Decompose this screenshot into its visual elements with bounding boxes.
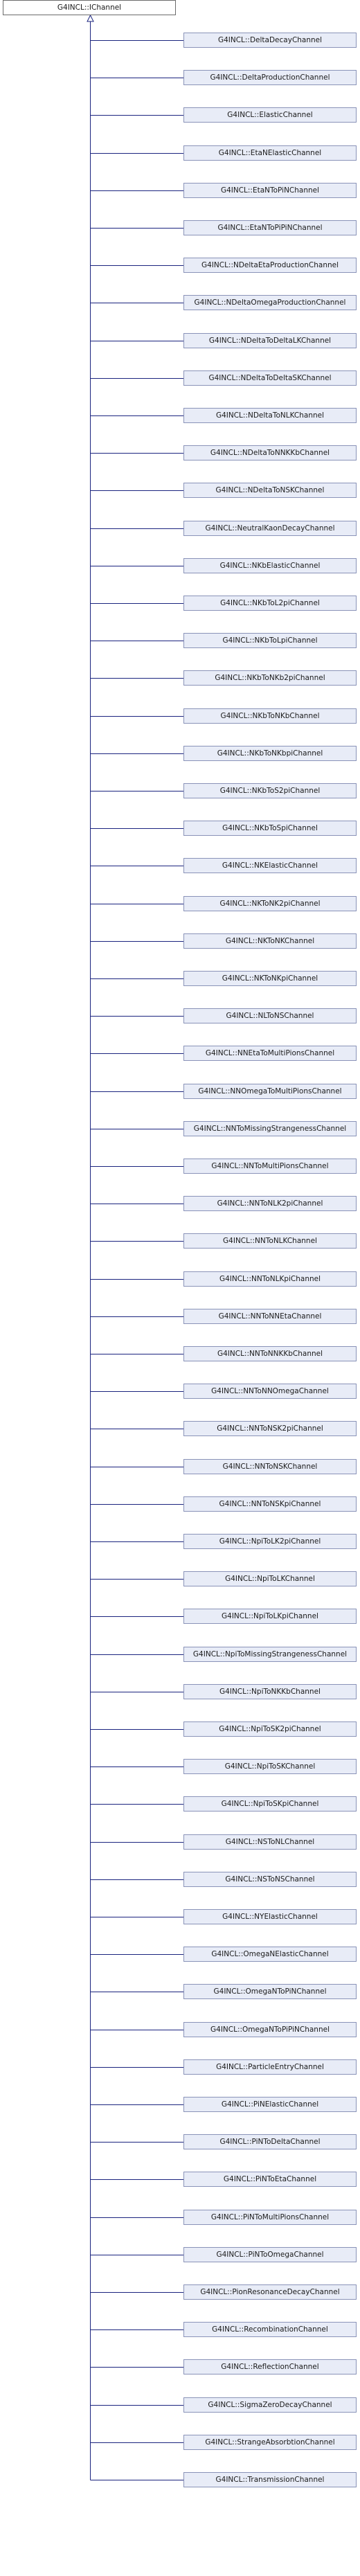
derived-class-node[interactable]: G4INCL::NDeltaToDeltaSKChannel: [183, 370, 357, 386]
derived-class-node[interactable]: G4INCL::NDeltaOmegaProductionChannel: [183, 295, 357, 310]
derived-class-node[interactable]: G4INCL::NNToNNKKbChannel: [183, 1346, 357, 1361]
derived-class-node[interactable]: G4INCL::NDeltaToNSKChannel: [183, 483, 357, 498]
derived-class-node[interactable]: G4INCL::NNToNSKpiChannel: [183, 1496, 357, 1512]
derived-class-node[interactable]: G4INCL::NNToMultiPionsChannel: [183, 1159, 357, 1174]
derived-class-node[interactable]: G4INCL::PiNElasticChannel: [183, 2097, 357, 2112]
derived-class-node[interactable]: G4INCL::PiNToEtaChannel: [183, 2172, 357, 2187]
derived-class-node[interactable]: G4INCL::PiNToOmegaChannel: [183, 2247, 357, 2262]
derived-class-node[interactable]: G4INCL::NpiToSK2piChannel: [183, 1721, 357, 1737]
derived-class-node[interactable]: G4INCL::NDeltaEtaProductionChannel: [183, 258, 357, 273]
derived-class-node[interactable]: G4INCL::PionResonanceDecayChannel: [183, 2284, 357, 2300]
derived-class-node[interactable]: G4INCL::ParticleEntryChannel: [183, 2059, 357, 2075]
derived-class-node[interactable]: G4INCL::NKToNKChannel: [183, 933, 357, 949]
derived-class-node[interactable]: G4INCL::NKElasticChannel: [183, 858, 357, 873]
derived-class-node[interactable]: G4INCL::NpiToMissingStrangenessChannel: [183, 1647, 357, 1662]
derived-class-node[interactable]: G4INCL::NDeltaToDeltaLKChannel: [183, 333, 357, 348]
derived-class-node[interactable]: G4INCL::NNToNNOmegaChannel: [183, 1384, 357, 1399]
derived-class-node[interactable]: G4INCL::NNToNLK2piChannel: [183, 1196, 357, 1211]
derived-class-node[interactable]: G4INCL::NKbToNKb2piChannel: [183, 670, 357, 686]
derived-class-node[interactable]: G4INCL::OmegaNElasticChannel: [183, 1947, 357, 1962]
derived-class-node[interactable]: G4INCL::NpiToLKChannel: [183, 1571, 357, 1586]
derived-class-node[interactable]: G4INCL::EtaNToPiPiNChannel: [183, 220, 357, 235]
derived-class-node[interactable]: G4INCL::NKToNKpiChannel: [183, 971, 357, 986]
derived-class-node[interactable]: G4INCL::NpiToLK2piChannel: [183, 1534, 357, 1549]
derived-class-node[interactable]: G4INCL::NNToMissingStrangenessChannel: [183, 1121, 357, 1136]
derived-class-node[interactable]: G4INCL::NNToNSKChannel: [183, 1459, 357, 1474]
derived-class-node[interactable]: G4INCL::NKbToSpiChannel: [183, 821, 357, 836]
inheritance-edges: [87, 14, 183, 2480]
derived-class-node[interactable]: G4INCL::DeltaDecayChannel: [183, 33, 357, 48]
derived-class-node[interactable]: G4INCL::ReflectionChannel: [183, 2359, 357, 2374]
derived-class-node[interactable]: G4INCL::SigmaZeroDecayChannel: [183, 2397, 357, 2413]
derived-class-node[interactable]: G4INCL::ElasticChannel: [183, 107, 357, 123]
derived-class-node[interactable]: G4INCL::NeutralKaonDecayChannel: [183, 521, 357, 536]
derived-class-node[interactable]: G4INCL::OmegaNToPiPiNChannel: [183, 2022, 357, 2037]
derived-class-node[interactable]: G4INCL::NpiToNKKbChannel: [183, 1684, 357, 1699]
derived-class-node[interactable]: G4INCL::NNToNLKpiChannel: [183, 1271, 357, 1287]
derived-class-node[interactable]: G4INCL::NKbToS2piChannel: [183, 783, 357, 798]
derived-class-node[interactable]: G4INCL::NKbToLpiChannel: [183, 633, 357, 648]
derived-class-node[interactable]: G4INCL::NKbToL2piChannel: [183, 596, 357, 611]
derived-class-node[interactable]: G4INCL::OmegaNToPiNChannel: [183, 1984, 357, 1999]
inheritance-arrowhead-icon: [87, 14, 94, 22]
derived-class-node[interactable]: G4INCL::NpiToSKpiChannel: [183, 1796, 357, 1812]
derived-class-node[interactable]: G4INCL::PiNToMultiPionsChannel: [183, 2210, 357, 2225]
derived-class-node[interactable]: G4INCL::EtaNElasticChannel: [183, 145, 357, 161]
derived-class-node[interactable]: G4INCL::PiNToDeltaChannel: [183, 2134, 357, 2149]
derived-class-node[interactable]: G4INCL::NNToNNEtaChannel: [183, 1309, 357, 1324]
derived-class-node[interactable]: G4INCL::NKbToNKbpiChannel: [183, 746, 357, 761]
derived-class-node[interactable]: G4INCL::NNToNSK2piChannel: [183, 1421, 357, 1436]
derived-class-node[interactable]: G4INCL::NpiToSKChannel: [183, 1759, 357, 1774]
derived-class-node[interactable]: G4INCL::NpiToLKpiChannel: [183, 1609, 357, 1624]
derived-class-node[interactable]: G4INCL::NSToNLChannel: [183, 1834, 357, 1850]
derived-class-node[interactable]: G4INCL::NNOmegaToMultiPionsChannel: [183, 1084, 357, 1099]
derived-class-node[interactable]: G4INCL::DeltaProductionChannel: [183, 70, 357, 85]
derived-class-node[interactable]: G4INCL::NSToNSChannel: [183, 1872, 357, 1887]
derived-class-node[interactable]: G4INCL::NYElasticChannel: [183, 1909, 357, 1924]
derived-class-node[interactable]: G4INCL::NKbToNKbChannel: [183, 708, 357, 724]
derived-class-node[interactable]: G4INCL::NDeltaToNLKChannel: [183, 408, 357, 423]
derived-class-node[interactable]: G4INCL::RecombinationChannel: [183, 2322, 357, 2337]
inheritance-diagram: G4INCL::IChannel G4INCL::DeltaDecayChann…: [0, 0, 360, 2576]
derived-class-node[interactable]: G4INCL::NKbElasticChannel: [183, 558, 357, 573]
derived-class-node[interactable]: G4INCL::NLToNSChannel: [183, 1008, 357, 1023]
derived-class-node[interactable]: G4INCL::NNToNLKChannel: [183, 1233, 357, 1249]
base-class-node[interactable]: G4INCL::IChannel: [3, 0, 176, 15]
derived-class-node[interactable]: G4INCL::NNEtaToMultiPionsChannel: [183, 1046, 357, 1061]
derived-class-node[interactable]: G4INCL::TransmissionChannel: [183, 2472, 357, 2487]
derived-class-node[interactable]: G4INCL::EtaNToPiNChannel: [183, 183, 357, 198]
derived-class-node[interactable]: G4INCL::StrangeAbsorbtionChannel: [183, 2435, 357, 2450]
derived-class-node[interactable]: G4INCL::NKToNK2piChannel: [183, 896, 357, 911]
derived-class-node[interactable]: G4INCL::NDeltaToNNKKbChannel: [183, 445, 357, 460]
